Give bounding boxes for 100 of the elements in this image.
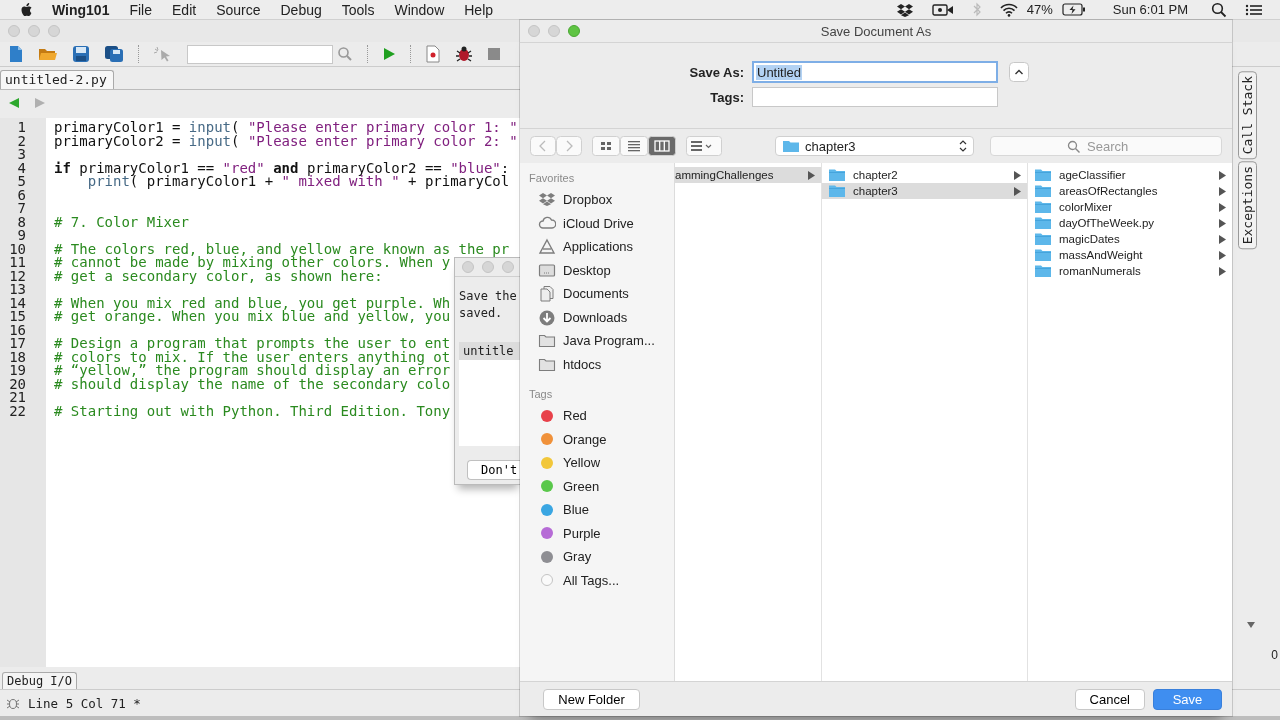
sidebar-item[interactable]: All Tags... <box>520 568 674 592</box>
column-row[interactable]: dayOfTheWeek.py <box>1028 215 1232 231</box>
back-arrow-icon[interactable] <box>8 97 20 109</box>
arrange-button[interactable] <box>686 136 722 156</box>
search-icon[interactable] <box>1211 1 1227 18</box>
sidebar-item[interactable]: Java Program... <box>520 329 674 353</box>
side-tab[interactable]: Call Stack <box>1238 71 1257 160</box>
apple-icon[interactable] <box>20 1 34 18</box>
clock[interactable]: Sun 6:01 PM <box>1112 2 1188 17</box>
dont-save-button[interactable]: Don't <box>467 460 521 480</box>
icon-view-button[interactable] <box>592 136 620 156</box>
code-line: print( primaryColor1 + " mixed with " + primaryCol <box>87 175 510 189</box>
forward-button[interactable] <box>556 136 582 156</box>
column-row[interactable]: colorMixer <box>1028 199 1232 215</box>
dropbox-icon <box>538 191 556 209</box>
tags-field[interactable] <box>752 87 998 107</box>
bug-icon[interactable] <box>455 45 473 63</box>
column-row[interactable]: ammingChallenges <box>675 167 821 183</box>
editor-tab[interactable]: untitled-2.py <box>0 70 114 89</box>
sidebar-item[interactable]: Downloads <box>520 305 674 329</box>
stepper-icon <box>959 139 967 153</box>
line-number: 11 <box>8 256 27 270</box>
menu-item[interactable]: Tools <box>331 1 385 18</box>
side-tab[interactable]: Exceptions <box>1238 161 1257 250</box>
sidebar-item[interactable]: Applications <box>520 235 674 259</box>
save-icon[interactable] <box>72 45 90 63</box>
panel-tab[interactable]: Debug I/O <box>2 672 78 689</box>
bluetooth-icon[interactable] <box>971 2 982 17</box>
forward-arrow-icon[interactable] <box>34 97 46 109</box>
collapse-button[interactable] <box>1009 62 1029 82</box>
cancel-button[interactable]: Cancel <box>1074 688 1145 710</box>
column-row[interactable]: romanNumerals <box>1028 263 1232 279</box>
search-field[interactable] <box>187 44 333 64</box>
open-folder-icon[interactable] <box>38 46 58 62</box>
breakpoint-file-icon[interactable] <box>425 45 441 63</box>
status-text: Line 5 Col 71 * <box>28 695 141 711</box>
run-icon[interactable] <box>382 47 396 61</box>
menu-item[interactable]: Window <box>384 1 455 18</box>
save-all-icon[interactable] <box>104 45 124 63</box>
menu-item[interactable]: File <box>119 1 162 18</box>
filename-field[interactable]: Untitled <box>752 61 998 83</box>
sidebar-item[interactable]: htdocs <box>520 352 674 376</box>
download-icon <box>538 308 556 326</box>
line-number: 21 <box>8 391 27 405</box>
folder-icon <box>782 139 800 153</box>
line-number: 7 <box>16 202 27 216</box>
new-folder-button[interactable]: New Folder <box>543 688 640 710</box>
field-label: Tags: <box>709 89 744 105</box>
dropbox-icon[interactable] <box>895 2 914 17</box>
sidebar-item[interactable]: Green <box>520 474 674 498</box>
line-number: 4 <box>16 161 27 175</box>
stop-icon[interactable] <box>487 47 501 61</box>
line-number: 22 <box>8 404 27 418</box>
sidebar-item[interactable]: Red <box>520 404 674 428</box>
line-number: 17 <box>8 337 27 351</box>
menu-item[interactable]: Edit <box>162 1 207 18</box>
sidebar-item[interactable]: Purple <box>520 521 674 545</box>
column-row[interactable]: massAndWeight <box>1028 247 1232 263</box>
menu-item[interactable]: Help <box>454 1 504 18</box>
menu-item[interactable]: Source <box>206 1 271 18</box>
sidebar-item[interactable]: Documents <box>520 282 674 306</box>
battery-icon[interactable] <box>1061 3 1086 16</box>
column-row[interactable]: areasOfRectangles <box>1028 183 1232 199</box>
zoom-window-button[interactable] <box>568 25 580 37</box>
list-icon[interactable] <box>1245 2 1263 17</box>
menu-item[interactable]: Debug <box>270 1 332 18</box>
sidebar-heading: Tags <box>528 388 554 402</box>
new-file-icon[interactable] <box>8 45 24 63</box>
file-list-item[interactable]: untitle <box>459 342 521 360</box>
location-popup[interactable]: chapter3 <box>775 136 974 156</box>
app-menu[interactable]: Wing101 <box>48 1 120 18</box>
panel-text: 0 <box>1271 648 1278 662</box>
line-number: 6 <box>16 188 27 202</box>
line-number: 10 <box>8 242 27 256</box>
line-number: 9 <box>16 229 27 243</box>
sidebar-item[interactable]: Orange <box>520 427 674 451</box>
code-line: # The colors red, blue, and yellow are known as the pr <box>54 242 510 256</box>
dialog-title: Save Document As <box>820 23 932 39</box>
folder-icon <box>1034 200 1052 214</box>
sidebar-item[interactable]: Dropbox <box>520 188 674 212</box>
column-row[interactable]: magicDates <box>1028 231 1232 247</box>
sidebar-item[interactable]: Blue <box>520 498 674 522</box>
code-line: # colors to mix. If the user enters anything ot <box>54 350 451 364</box>
scroll-down-arrow-icon[interactable] <box>1246 621 1256 629</box>
back-button[interactable] <box>530 136 556 156</box>
sidebar-item[interactable]: Desktop <box>520 258 674 282</box>
column-row[interactable]: ageClassifier <box>1028 167 1232 183</box>
sidebar-item[interactable]: Yellow <box>520 451 674 475</box>
list-view-button[interactable] <box>620 136 648 156</box>
line-number: 5 <box>16 175 27 189</box>
camera-icon[interactable] <box>931 2 954 17</box>
cloud-icon <box>538 214 556 232</box>
line-number: 19 <box>8 364 27 378</box>
column-row[interactable]: chapter2 <box>822 167 1027 183</box>
wifi-icon[interactable] <box>999 2 1018 17</box>
search-field[interactable]: Search <box>990 136 1222 156</box>
column-view-button[interactable] <box>648 136 676 156</box>
column-row[interactable]: chapter3 <box>822 183 1027 199</box>
sidebar-item[interactable]: Gray <box>520 545 674 569</box>
sidebar-item[interactable]: iCloud Drive <box>520 211 674 235</box>
